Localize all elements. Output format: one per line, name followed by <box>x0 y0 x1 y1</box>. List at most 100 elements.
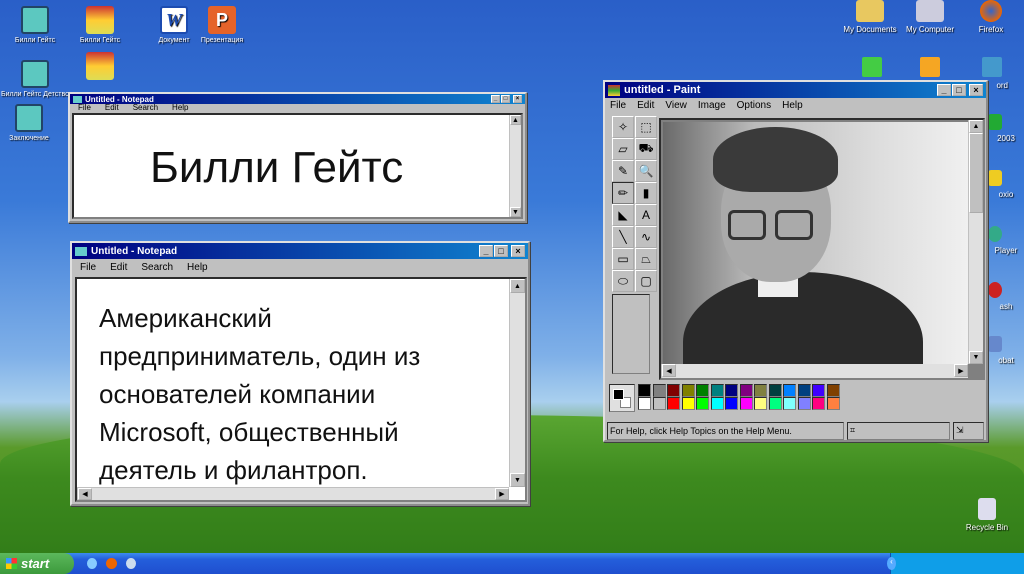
eraser-tool-icon[interactable]: ▱ <box>612 138 634 160</box>
palette-color-swatch[interactable] <box>783 384 796 397</box>
menu-help[interactable]: Help <box>187 259 208 276</box>
excel-icon[interactable] <box>862 57 882 77</box>
desktop-icon-conclusion[interactable]: Заключение <box>0 104 58 142</box>
palette-color-swatch[interactable] <box>797 397 811 410</box>
palette-color-swatch[interactable] <box>797 384 811 397</box>
scroll-left-button[interactable]: ◀ <box>662 364 676 377</box>
palette-color-swatch[interactable] <box>667 397 680 410</box>
select-tool-icon[interactable]: ⬚ <box>635 116 657 138</box>
menu-search[interactable]: Search <box>141 259 173 276</box>
palette-color-swatch[interactable] <box>667 384 680 397</box>
horizontal-scrollbar[interactable]: ◀ ▶ <box>77 487 509 500</box>
scroll-right-button[interactable]: ▶ <box>954 364 968 377</box>
maximize-button[interactable]: □ <box>952 84 966 96</box>
minimize-button[interactable]: _ <box>937 84 951 96</box>
media-player-icon[interactable] <box>126 558 136 569</box>
vertical-scrollbar[interactable]: ▲ ▼ <box>968 120 983 364</box>
desktop-icon-firefox[interactable]: Firefox <box>966 0 1016 34</box>
vertical-scrollbar[interactable]: ▲ ▼ <box>509 115 521 217</box>
outlook-icon[interactable] <box>920 57 940 77</box>
desktop-icon-my-computer[interactable]: My Computer <box>890 0 970 34</box>
menu-edit[interactable]: Edit <box>637 98 654 114</box>
palette-color-swatch[interactable] <box>681 397 695 410</box>
desktop-icon-2003[interactable]: 2003 <box>988 114 1024 143</box>
text-tool-icon[interactable]: A <box>635 204 657 226</box>
scroll-down-button[interactable]: ▼ <box>969 351 983 364</box>
palette-color-swatch[interactable] <box>696 384 709 397</box>
menu-help[interactable]: Help <box>172 104 188 112</box>
palette-color-swatch[interactable] <box>754 384 767 397</box>
word-icon[interactable] <box>982 57 1002 77</box>
curve-tool-icon[interactable]: ∿ <box>635 226 657 248</box>
menu-file[interactable]: File <box>610 98 626 114</box>
maximize-button[interactable]: □ <box>501 95 510 103</box>
maximize-button[interactable]: □ <box>494 245 508 257</box>
palette-color-swatch[interactable] <box>826 397 840 410</box>
palette-color-swatch[interactable] <box>652 384 666 397</box>
scroll-left-button[interactable]: ◀ <box>78 488 92 500</box>
desktop-icon-recycle-bin[interactable]: Recycle Bin <box>952 498 1022 532</box>
color-picker-tool-icon[interactable]: ✎ <box>612 160 634 182</box>
airbrush-tool-icon[interactable]: ◣ <box>612 204 634 226</box>
scroll-down-button[interactable]: ▼ <box>510 207 521 217</box>
horizontal-scrollbar[interactable]: ◀ ▶ <box>661 364 968 378</box>
desktop-icon-paint-bill[interactable]: Билли Гейтс <box>60 6 140 44</box>
firefox-icon[interactable] <box>106 558 117 569</box>
palette-color-swatch[interactable] <box>710 384 724 397</box>
menu-image[interactable]: Image <box>698 98 726 114</box>
free-select-tool-icon[interactable]: ✧ <box>612 116 634 138</box>
scroll-up-button[interactable]: ▲ <box>969 120 983 133</box>
palette-color-swatch[interactable] <box>754 397 767 410</box>
palette-color-swatch[interactable] <box>725 397 738 410</box>
fill-tool-icon[interactable]: ⛟ <box>635 138 657 160</box>
palette-color-swatch[interactable] <box>739 397 753 410</box>
desktop-icon-oxio[interactable]: oxio <box>988 170 1024 199</box>
rounded-rectangle-tool-icon[interactable]: ▢ <box>635 270 657 292</box>
scroll-up-button[interactable]: ▲ <box>510 115 521 125</box>
foreground-color[interactable] <box>613 389 624 400</box>
minimize-button[interactable]: _ <box>491 95 500 103</box>
brush-tool-icon[interactable]: ▮ <box>635 182 657 204</box>
title-bar[interactable]: Untitled - Notepad _ □ × <box>72 243 528 259</box>
menu-file[interactable]: File <box>80 259 96 276</box>
desktop-icon-paint-2[interactable] <box>60 52 140 92</box>
menu-help[interactable]: Help <box>782 98 803 114</box>
close-button[interactable]: × <box>513 95 522 103</box>
scroll-up-button[interactable]: ▲ <box>510 279 525 293</box>
palette-color-swatch[interactable] <box>768 397 782 410</box>
desktop-icon-presentation[interactable]: P Презентация <box>182 6 262 44</box>
scroll-thumb[interactable] <box>969 133 983 213</box>
desktop-icon-flash[interactable]: ash <box>988 282 1024 311</box>
palette-color-swatch[interactable] <box>710 397 724 410</box>
menu-search[interactable]: Search <box>133 104 158 112</box>
title-bar[interactable]: untitled - Paint _ □ × <box>605 82 986 98</box>
magnifier-tool-icon[interactable]: 🔍 <box>635 160 657 182</box>
palette-color-swatch[interactable] <box>638 384 651 397</box>
scroll-right-button[interactable]: ▶ <box>495 488 509 500</box>
minimize-button[interactable]: _ <box>479 245 493 257</box>
desktop-icon-acrobat[interactable]: obat <box>988 336 1024 365</box>
palette-color-swatch[interactable] <box>812 397 825 410</box>
palette-color-swatch[interactable] <box>826 384 840 397</box>
palette-color-swatch[interactable] <box>681 384 695 397</box>
canvas-area[interactable]: ▲ ▼ ◀ ▶ <box>659 118 985 380</box>
ellipse-tool-icon[interactable]: ⬭ <box>612 270 634 292</box>
palette-color-swatch[interactable] <box>696 397 709 410</box>
line-tool-icon[interactable]: ╲ <box>612 226 634 248</box>
vertical-scrollbar[interactable]: ▲ ▼ <box>509 279 525 487</box>
menu-edit[interactable]: Edit <box>105 104 119 112</box>
close-button[interactable]: × <box>511 245 525 257</box>
palette-color-swatch[interactable] <box>638 397 651 410</box>
desktop-icon-media-player[interactable]: Player <box>988 226 1024 255</box>
palette-color-swatch[interactable] <box>812 384 825 397</box>
close-button[interactable]: × <box>969 84 983 96</box>
palette-color-swatch[interactable] <box>783 397 796 410</box>
show-hidden-icons-button[interactable]: ‹ <box>887 557 896 570</box>
menu-options[interactable]: Options <box>737 98 771 114</box>
text-area[interactable]: Американский предприниматель, один из ос… <box>75 277 527 502</box>
start-button[interactable]: start <box>0 553 74 574</box>
polygon-tool-icon[interactable]: ⏢ <box>635 248 657 270</box>
palette-color-swatch[interactable] <box>652 397 666 410</box>
scroll-down-button[interactable]: ▼ <box>510 473 525 487</box>
text-area[interactable]: Билли Гейтс ▲ ▼ <box>72 113 523 219</box>
